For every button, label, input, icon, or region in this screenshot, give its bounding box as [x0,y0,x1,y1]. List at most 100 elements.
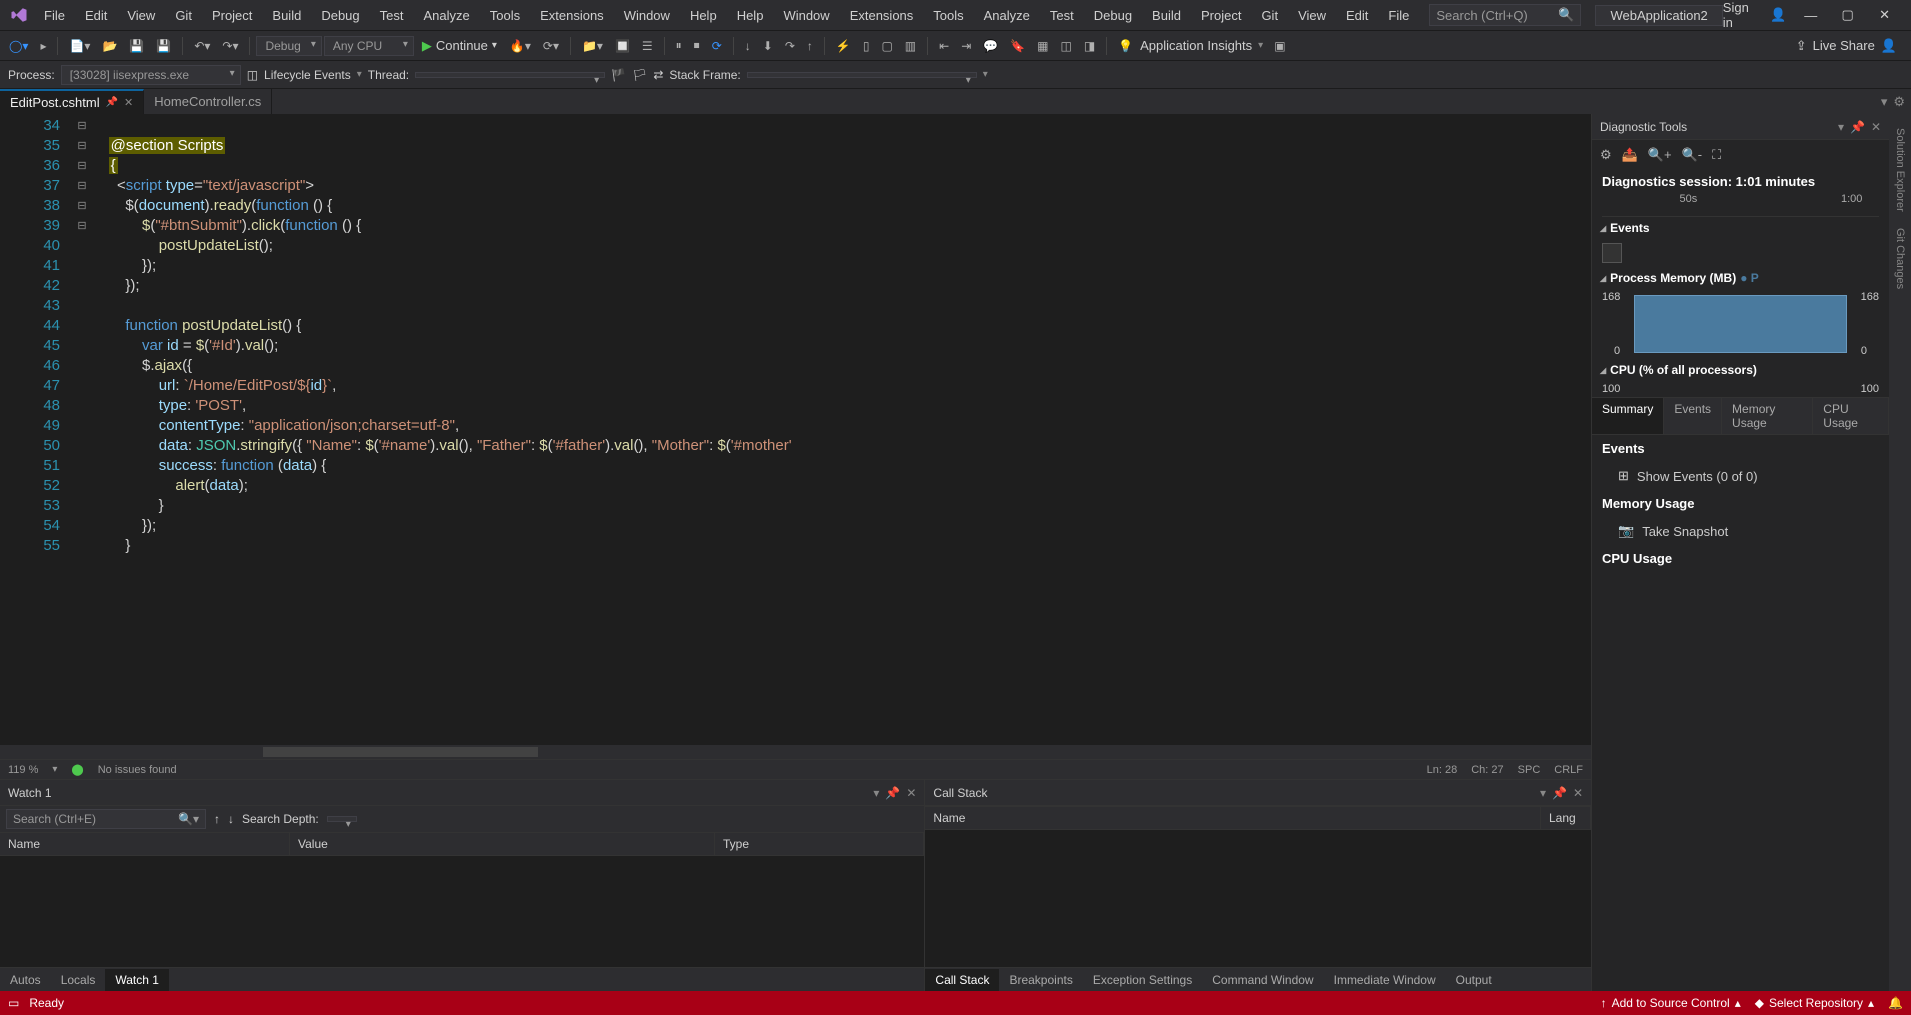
bottom-tab-locals[interactable]: Locals [51,969,106,991]
bottom-tab-watch-1[interactable]: Watch 1 [105,969,169,991]
col-type[interactable]: Type [715,833,924,855]
platform-dropdown[interactable]: Any CPU [324,36,414,56]
horizontal-scrollbar[interactable] [0,745,1591,759]
pause-icon[interactable]: ⏸ [671,35,687,56]
col-value[interactable]: Value [290,833,715,855]
insights-dropdown[interactable]: Application Insights [1140,38,1252,53]
depth-dropdown[interactable] [327,816,357,822]
cpu-header[interactable]: CPU (% of all processors) [1592,359,1889,381]
show-events-action[interactable]: ⊞Show Events (0 of 0) [1592,462,1889,490]
events-header[interactable]: Events [1592,217,1889,239]
bottom-tab-call-stack[interactable]: Call Stack [925,969,999,991]
menu-git[interactable]: Git [1251,2,1288,29]
live-share-icon[interactable]: ⇪ [1796,38,1807,54]
menu-extensions[interactable]: Extensions [530,2,614,29]
git-changes-tab[interactable]: Git Changes [1892,220,1908,297]
nav-back-button[interactable]: ◯▾ [4,36,33,56]
col-name[interactable]: Name [925,807,1541,829]
panel-dropdown-icon[interactable]: ▾ [1540,786,1546,800]
bottom-tab-command-window[interactable]: Command Window [1202,969,1323,991]
menu-help[interactable]: Help [680,2,727,29]
bottom-tab-immediate-window[interactable]: Immediate Window [1324,969,1446,991]
menu-file[interactable]: File [1378,2,1419,29]
open-icon[interactable]: 📂 [97,36,122,56]
config-dropdown[interactable]: Debug [256,36,321,56]
fold-gutter[interactable]: ⊟⊟⊟⊟⊟⊟ [72,114,92,745]
tab-editpost[interactable]: EditPost.cshtml 📌 ✕ [0,89,144,114]
stack-dropdown[interactable] [747,72,977,78]
maximize-button[interactable]: ▢ [1835,4,1860,26]
memory-chart[interactable]: 168 168 0 0 [1602,291,1879,357]
stop-icon[interactable]: ⏹ [689,35,705,56]
step-into-icon[interactable]: ⬇ [758,36,778,56]
comment-icon[interactable]: 💬 [978,36,1003,56]
watch-body[interactable] [0,856,924,967]
panel-close-icon[interactable]: ✕ [1573,786,1583,800]
select-repo-button[interactable]: ◆Select Repository▴ [1755,996,1874,1010]
menu-project[interactable]: Project [202,2,262,29]
code-editor[interactable]: 3435363738394041424344454647484950515253… [0,114,1591,745]
menu-project[interactable]: Project [1191,2,1251,29]
line-ending[interactable]: CRLF [1554,764,1583,776]
tab-dropdown-icon[interactable]: ▾ [1881,94,1888,110]
panel-dropdown-icon[interactable]: ▾ [873,786,879,800]
browser-link-icon[interactable]: 📁▾ [577,36,608,56]
flag2-icon[interactable]: 🏳 [632,68,647,82]
bottom-tab-autos[interactable]: Autos [0,969,51,991]
diag-tab-cpu-usage[interactable]: CPU Usage [1813,398,1889,434]
add-source-control-button[interactable]: ↑Add to Source Control▴ [1601,996,1741,1010]
browser-refresh-icon[interactable]: ⟳▾ [538,36,564,56]
menu-file[interactable]: File [34,2,75,29]
stack-nav-icon[interactable]: ⇄ [653,68,663,82]
diag-zoomout-icon[interactable]: 🔍- [1682,147,1703,163]
diag-timeline[interactable]: 50s 1:00 [1602,193,1879,217]
indent-less-icon[interactable]: ⇤ [934,36,954,56]
bottom-tab-breakpoints[interactable]: Breakpoints [999,969,1082,991]
solution-name[interactable]: WebApplication2 [1595,5,1722,26]
bottom-tab-exception-settings[interactable]: Exception Settings [1083,969,1202,991]
panel-close-icon[interactable]: ✕ [906,786,916,800]
solution-explorer-tab[interactable]: Solution Explorer [1892,120,1908,220]
tab-settings-icon[interactable]: ⚙ [1893,94,1905,110]
up-icon[interactable]: ↑ [214,812,220,826]
tb-icon-4[interactable]: ▯ [858,36,875,56]
bookmark-icon[interactable]: 🔖 [1005,36,1030,56]
menu-help[interactable]: Help [727,2,774,29]
live-share-button[interactable]: Live Share [1813,38,1875,53]
menu-build[interactable]: Build [1142,2,1191,29]
diag-tab-summary[interactable]: Summary [1592,398,1664,434]
tb-icon-2[interactable]: ☰ [637,36,658,56]
take-snapshot-action[interactable]: 📷Take Snapshot [1592,517,1889,545]
tb-icon-10[interactable]: ▣ [1269,36,1290,56]
tab-homecontroller[interactable]: HomeController.cs [144,89,272,114]
panel-pin-icon[interactable]: 📌 [1850,120,1865,134]
panel-close-icon[interactable]: ✕ [1871,120,1881,134]
tb-icon-9[interactable]: ◨ [1079,36,1100,56]
close-tab-icon[interactable]: ✕ [124,96,133,109]
user-icon[interactable]: 👤 [1770,7,1786,23]
diag-tab-memory-usage[interactable]: Memory Usage [1722,398,1813,434]
diag-zoomin-icon[interactable]: 🔍+ [1648,147,1672,163]
menu-view[interactable]: View [117,2,165,29]
menu-window[interactable]: Window [614,2,680,29]
menu-debug[interactable]: Debug [311,2,369,29]
restart-icon[interactable]: ⟳ [707,36,727,56]
watch-search-input[interactable]: Search (Ctrl+E) 🔍▾ [6,809,206,829]
lifecycle-icon[interactable]: ◫ [247,68,258,82]
hot-reload-icon[interactable]: 🔥▾ [505,36,536,56]
pin-icon[interactable]: 📌 [106,97,118,108]
zoom-level[interactable]: 119 % [8,764,38,776]
new-project-icon[interactable]: 📄▾ [64,36,95,56]
undo-icon[interactable]: ↶▾ [189,36,215,56]
step-out-icon[interactable]: ↑ [802,36,818,56]
indent-more-icon[interactable]: ⇥ [956,36,976,56]
tb-icon-3[interactable]: ⚡ [831,36,856,56]
menu-view[interactable]: View [1288,2,1336,29]
thread-dropdown[interactable] [415,72,605,78]
save-icon[interactable]: 💾 [124,36,149,56]
tb-icon-7[interactable]: ▦ [1032,36,1053,56]
menu-analyze[interactable]: Analyze [974,2,1040,29]
minimize-button[interactable]: — [1798,4,1823,26]
flag-icon[interactable]: 🏴 [611,68,626,82]
diag-reset-icon[interactable]: ⛶ [1712,147,1721,163]
